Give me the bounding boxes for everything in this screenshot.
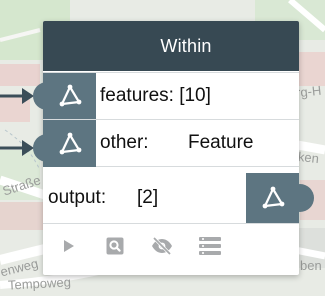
input-features-label: features: [10] [100, 85, 211, 106]
play-button[interactable] [57, 234, 81, 258]
table-button[interactable] [198, 234, 222, 258]
output-label: output: [48, 187, 107, 208]
node-toolbar [43, 231, 299, 261]
table-icon [199, 237, 221, 255]
vector-node-icon [59, 84, 81, 107]
eye-off-icon [152, 237, 172, 255]
search-icon [106, 237, 124, 255]
input-other-label: other: [100, 132, 149, 153]
input-features-port-face[interactable] [43, 73, 96, 119]
inspect-button[interactable] [103, 234, 127, 258]
output-port-face[interactable] [246, 173, 299, 223]
input-other-port-face[interactable] [43, 121, 96, 167]
input-other-value: Feature [188, 132, 254, 153]
visibility-toggle[interactable] [150, 234, 174, 258]
node-header[interactable]: Within [43, 21, 299, 71]
vector-node-icon [262, 186, 284, 209]
output-value: [2] [137, 187, 159, 208]
node-title: Within [160, 35, 212, 56]
play-icon [64, 240, 74, 252]
vector-node-icon [59, 132, 81, 155]
